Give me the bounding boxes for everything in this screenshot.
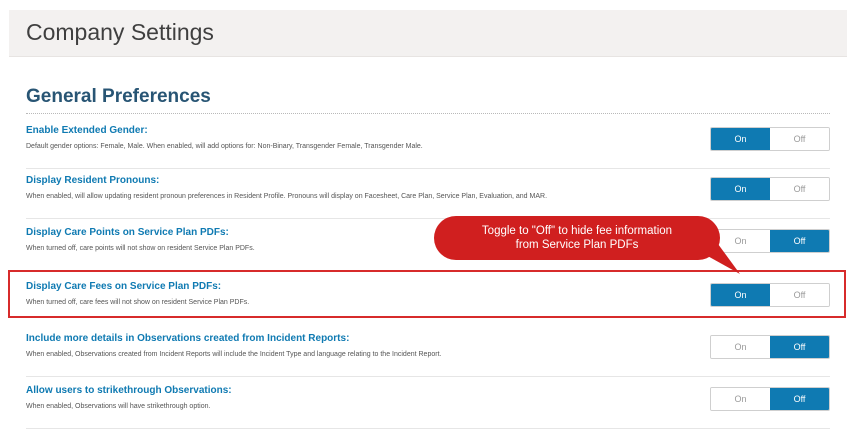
annotation-callout: Toggle to "Off" to hide fee information … <box>434 216 740 274</box>
setting-row-resident-pronouns: Display Resident Pronouns: When enabled,… <box>26 166 830 219</box>
setting-description: When turned off, care points will not sh… <box>26 245 255 252</box>
setting-description: When enabled, Observations created from … <box>26 351 442 358</box>
page-header: Company Settings <box>9 10 847 57</box>
setting-description: When enabled, Observations will have str… <box>26 403 211 410</box>
setting-row-strikethrough: Allow users to strikethrough Observation… <box>26 376 830 429</box>
setting-title: Enable Extended Gender: <box>26 125 148 136</box>
toggle-on-button[interactable]: On <box>711 388 770 410</box>
callout-line-2: from Service Plan PDFs <box>515 239 639 251</box>
toggle-off-button[interactable]: Off <box>770 128 829 150</box>
toggle-switch[interactable]: On Off <box>710 177 830 201</box>
setting-description: Default gender options: Female, Male. Wh… <box>26 143 423 150</box>
toggle-switch[interactable]: On Off <box>710 127 830 151</box>
section-title: General Preferences <box>26 86 211 107</box>
toggle-on-button[interactable]: On <box>711 128 770 150</box>
toggle-switch[interactable]: On Off <box>710 387 830 411</box>
callout-pointer <box>704 244 740 274</box>
toggle-off-button[interactable]: Off <box>770 230 829 252</box>
setting-title: Allow users to strikethrough Observation… <box>26 385 232 396</box>
setting-title: Display Care Points on Service Plan PDFs… <box>26 227 229 238</box>
toggle-switch[interactable]: On Off <box>710 335 830 359</box>
page-title: Company Settings <box>26 19 214 45</box>
callout-line-1: Toggle to "Off" to hide fee information <box>481 225 673 237</box>
setting-title: Display Resident Pronouns: <box>26 175 160 186</box>
toggle-off-button[interactable]: Off <box>770 336 829 358</box>
setting-row-incident-details: Include more details in Observations cre… <box>26 324 830 377</box>
highlight-box <box>8 270 846 318</box>
toggle-off-button[interactable]: Off <box>770 178 829 200</box>
toggle-on-button[interactable]: On <box>711 178 770 200</box>
toggle-on-button[interactable]: On <box>711 336 770 358</box>
toggle-off-button[interactable]: Off <box>770 388 829 410</box>
setting-title: Include more details in Observations cre… <box>26 333 350 344</box>
setting-row-extended-gender: Enable Extended Gender: Default gender o… <box>26 116 830 169</box>
setting-description: When enabled, will allow updating reside… <box>26 193 548 200</box>
section-divider <box>26 113 830 114</box>
toggle-switch[interactable]: On Off <box>710 229 830 253</box>
